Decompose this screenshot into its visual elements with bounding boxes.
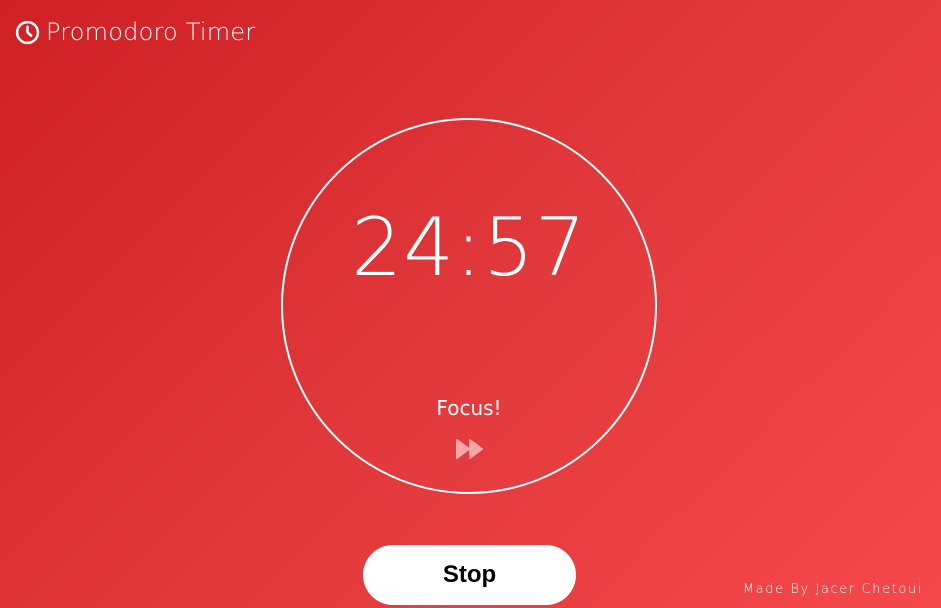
skip-button[interactable] (454, 437, 486, 461)
phase-label: Focus! (436, 396, 502, 420)
app-header: Promodoro Timer (15, 18, 255, 46)
app-title: Promodoro Timer (46, 18, 256, 46)
stop-button[interactable]: Stop (363, 545, 576, 605)
time-display: 24:57 (351, 201, 587, 294)
credit-text: Made By Jacer Chetoui (742, 582, 923, 597)
fast-forward-icon (455, 438, 485, 460)
timer-circle: 24:57 Focus! (281, 118, 657, 494)
clock-icon (15, 20, 40, 45)
